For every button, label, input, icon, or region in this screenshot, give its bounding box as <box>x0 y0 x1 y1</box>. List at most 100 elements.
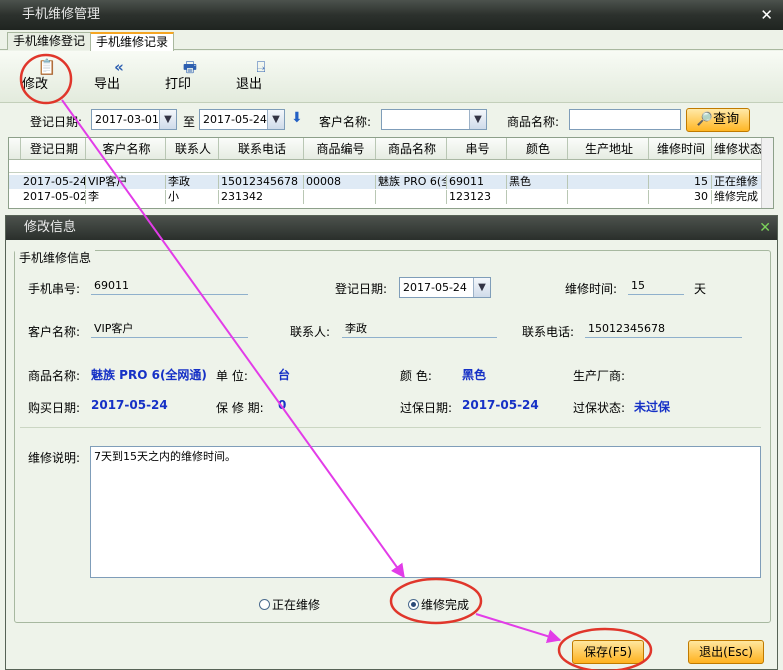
table-cell <box>376 190 447 204</box>
customer-field[interactable]: VIP客户 <box>91 321 248 338</box>
radio-on-icon <box>408 599 419 610</box>
table-cell: 2017-05-02 <box>23 190 86 204</box>
description-label: 维修说明: <box>28 451 81 465</box>
table-cell <box>568 190 649 204</box>
column-header[interactable]: 联系人 <box>166 138 219 159</box>
tab-repair-register[interactable]: 手机维修登记 <box>7 32 92 50</box>
table-cell: 小 <box>166 190 219 204</box>
product-name-input[interactable] <box>569 109 681 130</box>
customer-label: 客户名称: <box>28 325 81 339</box>
phone-field[interactable]: 15012345678 <box>585 321 742 338</box>
table-filter-row[interactable] <box>9 161 763 173</box>
description-textarea[interactable]: 7天到15天之内的维修时间。 <box>90 446 761 578</box>
dialog-title-bar: 修改信息 ✕ <box>6 216 777 240</box>
reg-date-value: 2017-05-24 <box>403 281 467 294</box>
table-row[interactable]: 2017-05-24 VIP客户 李政 15012345678 00008 魅族… <box>9 175 763 189</box>
query-button[interactable]: 🔎查询 <box>686 108 750 132</box>
date-to-picker[interactable]: 2017-05-24 ▼ <box>199 109 285 130</box>
query-label: 查询 <box>713 112 740 127</box>
column-header[interactable]: 联系电话 <box>219 138 304 159</box>
close-icon[interactable]: ✕ <box>759 216 771 240</box>
maker-label: 生产厂商: <box>573 369 626 383</box>
table-cell: 231342 <box>219 190 304 204</box>
radio-done[interactable]: 维修完成 <box>408 596 469 613</box>
table-cell: VIP客户 <box>86 175 166 189</box>
table-cell: 30 <box>649 190 712 204</box>
sort-down-arrow-icon[interactable]: ⬇ <box>291 110 303 126</box>
printer-icon: 🖶 <box>182 58 198 76</box>
group-legend: 手机维修信息 <box>15 249 96 266</box>
column-header[interactable]: 商品编号 <box>304 138 376 159</box>
reg-date-field-label: 登记日期: <box>335 282 388 296</box>
radio-repairing[interactable]: 正在维修 <box>259 596 320 613</box>
warranty-status-label: 过保状态: <box>573 401 626 415</box>
column-header[interactable]: 串号 <box>447 138 507 159</box>
warranty-status-value: 未过保 <box>634 400 671 414</box>
dialog-title: 修改信息 <box>24 220 77 235</box>
serial-field[interactable]: 69011 <box>91 278 248 295</box>
table-cell: 李政 <box>166 175 219 189</box>
radio-off-icon <box>259 599 270 610</box>
table-cell: 15012345678 <box>219 175 304 189</box>
filter-bar: 登记日期: 2017-03-01 ▼ 至 2017-05-24 ▼ ⬇ 客户名称… <box>0 104 783 136</box>
buy-date-label: 购买日期: <box>28 401 81 415</box>
column-header[interactable]: 登记日期 <box>21 138 86 159</box>
exit-door-icon: ⍈ <box>256 58 266 76</box>
chevron-down-icon[interactable]: ▼ <box>469 110 486 129</box>
column-header[interactable]: 商品名称 <box>376 138 447 159</box>
contact-field[interactable]: 李政 <box>342 321 497 338</box>
dialog-exit-button[interactable]: 退出(Esc) <box>688 640 764 664</box>
table-cell: 69011 <box>447 175 507 189</box>
column-header[interactable]: 维修时间 <box>649 138 712 159</box>
warranty-label: 保 修 期: <box>216 401 264 415</box>
main-title-bar: 手机维修管理 ✕ <box>0 0 783 30</box>
table-cell <box>304 190 376 204</box>
product-label: 商品名称: <box>28 369 81 383</box>
date-from-value: 2017-03-01 <box>95 113 159 126</box>
date-from-picker[interactable]: 2017-03-01 ▼ <box>91 109 177 130</box>
magnifier-icon: 🔎 <box>696 112 714 127</box>
export-button[interactable]: « 导出 <box>94 57 144 99</box>
expiry-label: 过保日期: <box>400 401 453 415</box>
chevron-down-icon[interactable]: ▼ <box>159 110 176 129</box>
row-header-corner <box>9 138 21 159</box>
table-cell: 15 <box>649 175 712 189</box>
table-header-row: 登记日期 客户名称 联系人 联系电话 商品编号 商品名称 串号 颜色 生产地址 … <box>9 138 763 160</box>
table-cell: 魅族 PRO 6(全 <box>378 175 447 189</box>
product-value: 魅族 PRO 6(全网通) <box>91 368 207 382</box>
save-button[interactable]: 保存(F5) <box>572 640 644 664</box>
print-label: 打印 <box>165 77 192 92</box>
close-icon[interactable]: ✕ <box>760 0 773 30</box>
modify-button[interactable]: 📋 修改 <box>22 57 72 99</box>
reg-date-label: 登记日期: <box>30 115 83 129</box>
column-header[interactable]: 颜色 <box>507 138 568 159</box>
product-name-label: 商品名称: <box>507 115 560 129</box>
contact-label: 联系人: <box>290 325 331 339</box>
chevron-down-icon[interactable]: ▼ <box>473 278 490 297</box>
warranty-value: 0 <box>278 398 287 412</box>
reg-date-picker[interactable]: 2017-05-24 ▼ <box>399 277 491 298</box>
table-cell <box>507 190 568 204</box>
print-button[interactable]: 🖶 打印 <box>165 57 215 99</box>
column-header[interactable]: 维修状态 <box>712 138 763 159</box>
column-header[interactable]: 生产地址 <box>568 138 649 159</box>
table-cell: 正在维修 <box>712 175 763 189</box>
repair-time-field[interactable]: 15 <box>628 278 684 295</box>
divider <box>20 427 761 428</box>
vertical-scrollbar[interactable] <box>761 138 773 208</box>
column-header[interactable]: 客户名称 <box>86 138 166 159</box>
date-to-value: 2017-05-24 <box>203 113 267 126</box>
exit-button[interactable]: ⍈ 退出 <box>236 57 286 99</box>
radio-repairing-label: 正在维修 <box>272 598 321 612</box>
tab-repair-records[interactable]: 手机维修记录 <box>90 32 175 51</box>
unit-label: 单 位: <box>216 369 248 383</box>
table-row[interactable]: 2017-05-02 李 小 231342 123123 30 维修完成 <box>9 190 763 204</box>
records-table: 登记日期 客户名称 联系人 联系电话 商品编号 商品名称 串号 颜色 生产地址 … <box>8 137 774 209</box>
customer-name-select[interactable]: ▼ <box>381 109 487 130</box>
window-title: 手机维修管理 <box>22 7 101 22</box>
table-cell: 黑色 <box>507 175 568 189</box>
color-label: 颜 色: <box>400 369 432 383</box>
table-cell <box>568 175 649 189</box>
expiry-value: 2017-05-24 <box>462 398 539 412</box>
chevron-down-icon[interactable]: ▼ <box>267 110 284 129</box>
